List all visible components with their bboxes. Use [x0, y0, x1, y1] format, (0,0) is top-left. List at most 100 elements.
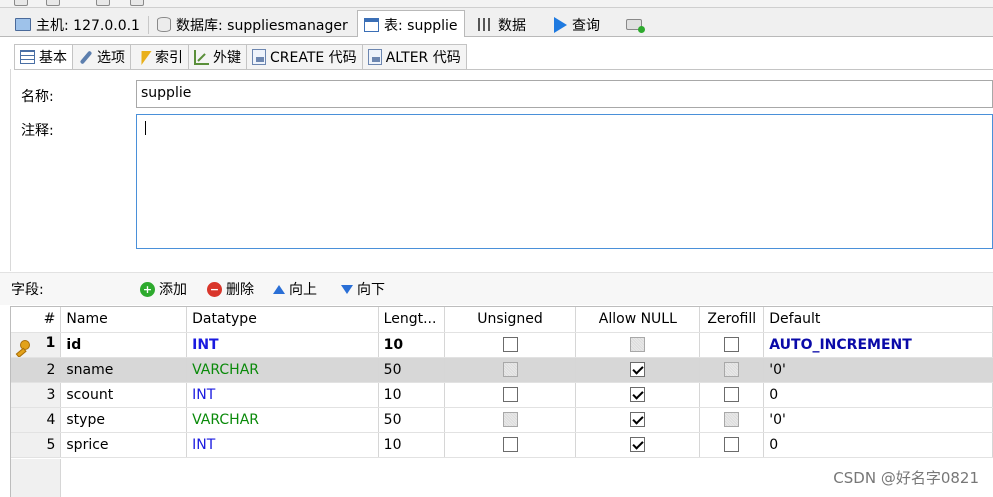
- row-number-cell: 3: [11, 382, 62, 408]
- unsigned-checkbox[interactable]: [502, 412, 518, 427]
- table-row[interactable]: 3 scount INT 10 0: [11, 382, 993, 408]
- toolbar-icon[interactable]: [46, 0, 60, 6]
- default-cell[interactable]: 0: [763, 382, 993, 408]
- table-row[interactable]: 2 sname VARCHAR 50 '0': [11, 357, 993, 383]
- default-cell[interactable]: 0: [763, 432, 993, 458]
- play-icon: [554, 16, 567, 33]
- length-cell[interactable]: 10: [378, 432, 445, 458]
- unsigned-cell[interactable]: [444, 432, 577, 458]
- zerofill-checkbox[interactable]: [724, 412, 740, 427]
- col-header-allow-null[interactable]: Allow NULL: [575, 307, 701, 333]
- allow-null-checkbox[interactable]: [630, 437, 646, 452]
- allow-null-checkbox[interactable]: [630, 337, 646, 352]
- col-header-zerofill[interactable]: Zerofill: [699, 307, 765, 333]
- allow-null-cell[interactable]: [575, 432, 701, 458]
- zerofill-cell[interactable]: [699, 332, 765, 358]
- table-row[interactable]: 4 stype VARCHAR 50 '0': [11, 407, 993, 433]
- name-label: 名称:: [21, 89, 54, 105]
- delete-field-button[interactable]: − 删除: [207, 278, 254, 300]
- unsigned-checkbox[interactable]: [502, 437, 518, 452]
- comment-textarea[interactable]: [136, 114, 993, 249]
- field-name-cell[interactable]: sprice: [60, 432, 188, 458]
- default-cell[interactable]: '0': [763, 407, 993, 433]
- datatype-cell[interactable]: INT: [186, 432, 379, 458]
- row-number-cell: 5: [11, 432, 62, 458]
- fields-label: 字段:: [11, 282, 44, 298]
- move-up-button[interactable]: 向上: [273, 278, 317, 300]
- unsigned-checkbox[interactable]: [502, 387, 518, 402]
- default-cell[interactable]: AUTO_INCREMENT: [763, 332, 993, 358]
- tab-table[interactable]: 表: supplie: [357, 10, 465, 38]
- move-down-button[interactable]: 向下: [341, 278, 385, 300]
- code-doc-icon: [367, 49, 382, 65]
- subtab-basic[interactable]: 基本: [14, 44, 73, 70]
- toolbar-icon[interactable]: [14, 0, 28, 6]
- unsigned-cell[interactable]: [444, 407, 577, 433]
- tab-data[interactable]: 数据: [471, 11, 533, 37]
- add-icon: +: [140, 281, 155, 297]
- datatype-cell[interactable]: INT: [186, 382, 379, 408]
- subtab-alter-code-label: ALTER 代码: [385, 50, 461, 66]
- zerofill-cell[interactable]: [699, 407, 765, 433]
- col-header-name[interactable]: Name: [60, 307, 188, 333]
- subtab-options[interactable]: 选项: [73, 44, 131, 70]
- zerofill-cell[interactable]: [699, 382, 765, 408]
- datatype-cell[interactable]: VARCHAR: [186, 357, 379, 383]
- col-header-length[interactable]: Lengt...: [378, 307, 445, 333]
- tab-host[interactable]: 主机: 127.0.0.1: [8, 11, 149, 37]
- subtab-options-label: 选项: [97, 50, 125, 66]
- unsigned-checkbox[interactable]: [502, 362, 518, 377]
- primary-key-icon: [14, 340, 30, 354]
- table-name-input[interactable]: supplie: [136, 80, 993, 108]
- subtab-indexes[interactable]: 索引: [131, 44, 189, 70]
- unsigned-checkbox[interactable]: [502, 337, 518, 352]
- col-header-number[interactable]: #: [11, 307, 62, 333]
- add-field-button[interactable]: + 添加: [140, 278, 187, 300]
- zerofill-checkbox[interactable]: [724, 437, 740, 452]
- row-number-cell: 4: [11, 407, 62, 433]
- tab-query[interactable]: 查询: [547, 11, 607, 37]
- zerofill-cell[interactable]: [699, 357, 765, 383]
- subtab-create-code[interactable]: CREATE 代码: [247, 44, 363, 70]
- allow-null-checkbox[interactable]: [630, 362, 646, 377]
- field-name-cell[interactable]: scount: [60, 382, 188, 408]
- toolbar-icon[interactable]: [96, 0, 110, 6]
- field-name-cell[interactable]: sname: [60, 357, 188, 383]
- length-cell[interactable]: 10: [378, 382, 445, 408]
- allow-null-cell[interactable]: [575, 332, 701, 358]
- field-name-cell[interactable]: stype: [60, 407, 188, 433]
- allow-null-checkbox[interactable]: [630, 412, 646, 427]
- table-icon: [364, 17, 379, 32]
- datatype-cell[interactable]: INT: [186, 332, 379, 358]
- col-header-datatype[interactable]: Datatype: [186, 307, 379, 333]
- subtab-alter-code[interactable]: ALTER 代码: [362, 44, 467, 70]
- toolbar-icon[interactable]: [130, 0, 144, 6]
- length-cell[interactable]: 50: [378, 357, 445, 383]
- tab-database[interactable]: 数据库: suppliesmanager: [150, 11, 355, 37]
- zerofill-checkbox[interactable]: [724, 337, 740, 352]
- allow-null-cell[interactable]: [575, 357, 701, 383]
- unsigned-cell[interactable]: [444, 357, 577, 383]
- zerofill-checkbox[interactable]: [724, 362, 740, 377]
- length-cell[interactable]: 10: [378, 332, 445, 358]
- allow-null-cell[interactable]: [575, 407, 701, 433]
- subtab-foreign-keys-label: 外键: [213, 50, 241, 66]
- zerofill-cell[interactable]: [699, 432, 765, 458]
- allow-null-cell[interactable]: [575, 382, 701, 408]
- new-query-tab-button[interactable]: [619, 11, 649, 37]
- col-header-unsigned[interactable]: Unsigned: [444, 307, 577, 333]
- col-header-default[interactable]: Default: [763, 307, 993, 333]
- unsigned-cell[interactable]: [444, 382, 577, 408]
- allow-null-checkbox[interactable]: [630, 387, 646, 402]
- unsigned-cell[interactable]: [444, 332, 577, 358]
- subtab-foreign-keys[interactable]: 外键: [189, 44, 247, 70]
- length-cell[interactable]: 50: [378, 407, 445, 433]
- field-name-cell[interactable]: id: [60, 332, 188, 358]
- table-row[interactable]: 5 sprice INT 10 0: [11, 432, 993, 458]
- table-row[interactable]: 1 id INT 10 AUTO_INCREMENT: [11, 332, 993, 358]
- row-number: 5: [46, 436, 56, 453]
- zerofill-checkbox[interactable]: [724, 387, 740, 402]
- datatype-cell[interactable]: VARCHAR: [186, 407, 379, 433]
- default-cell[interactable]: '0': [763, 357, 993, 383]
- basic-icon: [20, 50, 35, 64]
